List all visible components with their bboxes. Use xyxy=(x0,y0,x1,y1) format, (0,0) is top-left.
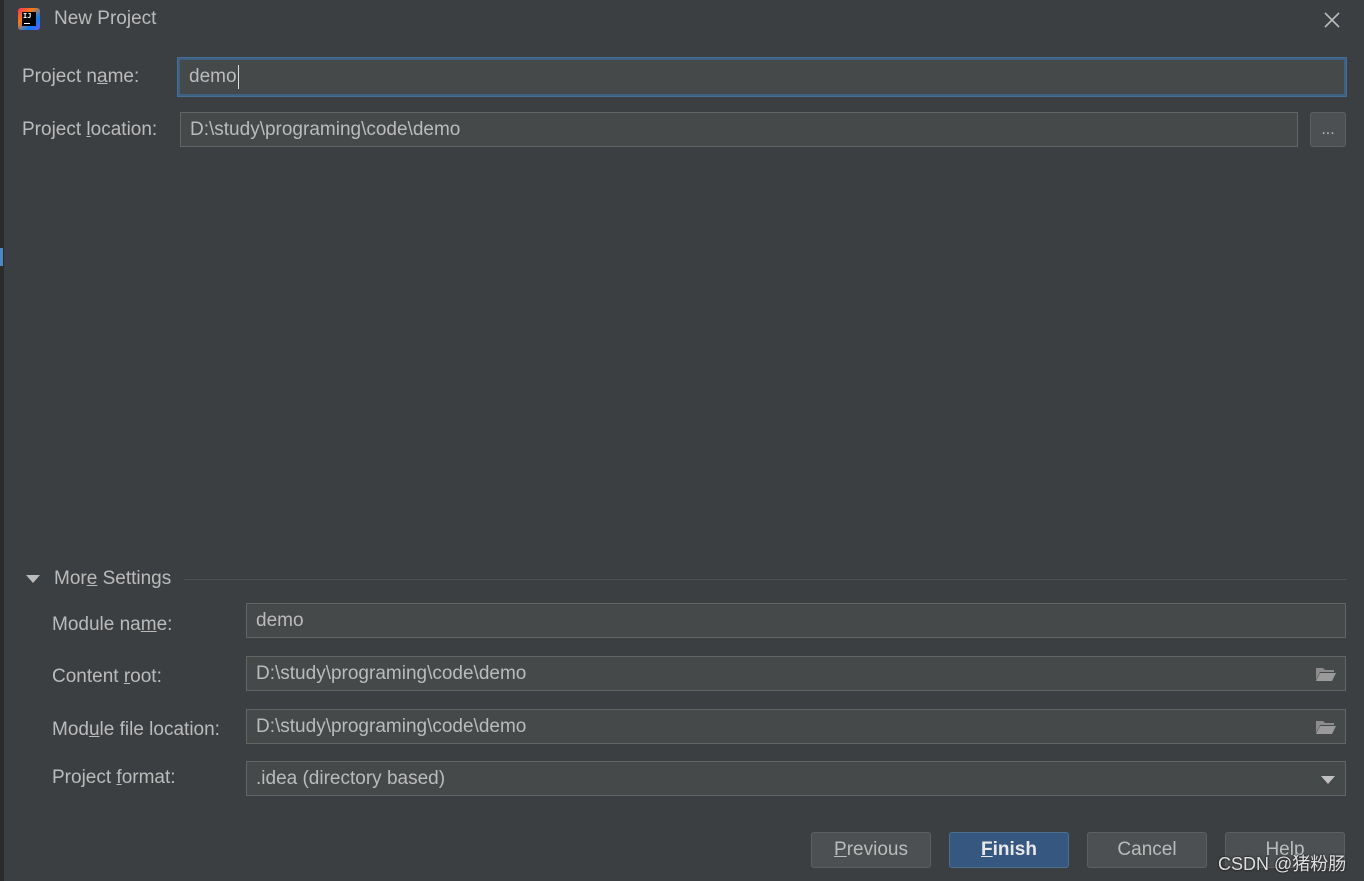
module-name-label: Module name: xyxy=(52,614,173,635)
dropdown-arrow-icon xyxy=(1321,776,1335,784)
cancel-button[interactable]: Cancel xyxy=(1087,832,1207,868)
project-location-label: Project location: xyxy=(22,119,158,140)
close-icon xyxy=(1324,12,1340,28)
more-settings-separator xyxy=(184,579,1346,580)
module-name-input[interactable]: demo xyxy=(246,603,1346,638)
module-file-location-label: Module file location: xyxy=(52,719,220,740)
project-format-select[interactable]: .idea (directory based) xyxy=(246,761,1346,796)
folder-icon[interactable] xyxy=(1315,719,1337,735)
background-window-marker xyxy=(0,248,3,266)
intellij-logo-icon: IJ xyxy=(18,8,40,30)
content-root-value: D:\study\programing\code\demo xyxy=(256,662,527,684)
module-file-location-value: D:\study\programing\code\demo xyxy=(256,715,527,737)
finish-button[interactable]: Finish xyxy=(949,832,1069,868)
title-bar: IJ New Project xyxy=(0,0,1364,40)
intellij-logo-mark: IJ xyxy=(22,12,36,26)
chevron-down-icon xyxy=(26,575,40,583)
dialog-title: New Project xyxy=(54,8,157,29)
project-location-value: D:\study\programing\code\demo xyxy=(190,118,461,140)
text-caret xyxy=(237,65,239,89)
close-button[interactable] xyxy=(1318,6,1346,34)
project-name-value: demo xyxy=(189,66,237,87)
content-root-input[interactable]: D:\study\programing\code\demo xyxy=(246,656,1346,691)
browse-location-button[interactable]: ... xyxy=(1310,112,1346,147)
project-name-input[interactable]: demo xyxy=(178,58,1346,96)
more-settings-toggle[interactable]: More Settings xyxy=(24,566,171,592)
folder-icon[interactable] xyxy=(1315,666,1337,682)
project-format-value: .idea (directory based) xyxy=(256,767,446,789)
module-file-location-input[interactable]: D:\study\programing\code\demo xyxy=(246,709,1346,744)
watermark: CSDN @猪粉肠 xyxy=(1218,854,1347,874)
project-format-label: Project format: xyxy=(52,767,176,788)
content-root-label: Content root: xyxy=(52,666,162,687)
more-settings-label: More Settings xyxy=(54,568,172,589)
background-window-edge xyxy=(0,0,4,881)
previous-button[interactable]: Previous xyxy=(811,832,931,868)
app-icon-text: IJ xyxy=(23,12,32,20)
new-project-dialog: IJ New Project Project name: demo Projec… xyxy=(0,0,1364,881)
project-name-label: Project name: xyxy=(22,66,140,87)
module-name-value: demo xyxy=(256,609,304,631)
project-location-input[interactable]: D:\study\programing\code\demo xyxy=(180,112,1298,147)
browse-button-label: ... xyxy=(1321,120,1335,138)
